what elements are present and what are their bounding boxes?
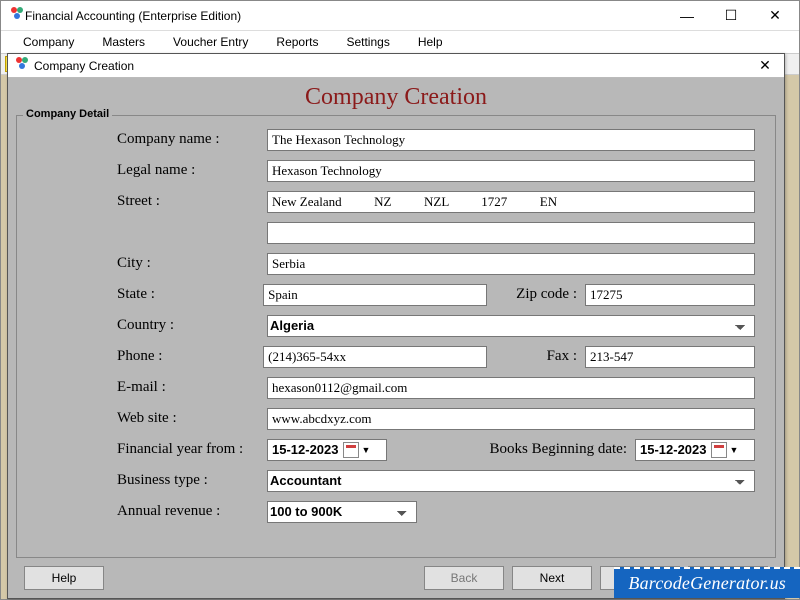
- help-button[interactable]: Help: [24, 566, 104, 590]
- books-begin-value: 15-12-2023: [640, 442, 707, 457]
- zip-input[interactable]: [585, 284, 755, 306]
- watermark-badge: BarcodeGenerator.us: [614, 567, 800, 598]
- main-window: Financial Accounting (Enterprise Edition…: [0, 0, 800, 600]
- label-legal-name: Legal name :: [117, 162, 267, 179]
- calendar-icon: [711, 442, 727, 458]
- business-type-select[interactable]: Accountant: [267, 470, 755, 492]
- minimize-button[interactable]: —: [665, 2, 709, 30]
- label-books-begin: Books Beginning date:: [387, 441, 635, 458]
- dialog-icon: [14, 55, 30, 76]
- app-icon: [9, 5, 25, 26]
- dialog-title: Company Creation: [34, 59, 750, 73]
- label-state: State :: [117, 286, 263, 303]
- city-input[interactable]: [267, 253, 755, 275]
- company-detail-group: Company Detail Company name : Legal name…: [16, 115, 776, 558]
- group-label: Company Detail: [23, 108, 112, 120]
- label-city: City :: [117, 255, 267, 272]
- menu-reports[interactable]: Reports: [262, 33, 332, 51]
- menu-settings[interactable]: Settings: [332, 33, 403, 51]
- label-annual-revenue: Annual revenue :: [117, 503, 267, 520]
- financial-year-datepicker[interactable]: 15-12-2023 ▼: [267, 439, 387, 461]
- label-business-type: Business type :: [117, 472, 267, 489]
- street-input-2[interactable]: [267, 222, 755, 244]
- label-zip: Zip code :: [487, 286, 585, 303]
- next-button[interactable]: Next: [512, 566, 592, 590]
- dialog-heading: Company Creation: [8, 78, 784, 115]
- dialog-titlebar: Company Creation ✕: [8, 54, 784, 78]
- dialog-close-button[interactable]: ✕: [750, 56, 780, 76]
- label-company-name: Company name :: [117, 131, 267, 148]
- menu-company[interactable]: Company: [9, 33, 88, 51]
- label-email: E-mail :: [117, 379, 267, 396]
- menu-bar: Company Masters Voucher Entry Reports Se…: [1, 31, 799, 53]
- email-input[interactable]: [267, 377, 755, 399]
- legal-name-input[interactable]: [267, 160, 755, 182]
- label-fax: Fax :: [487, 348, 585, 365]
- company-name-input[interactable]: [267, 129, 755, 151]
- back-button[interactable]: Back: [424, 566, 504, 590]
- maximize-button[interactable]: ☐: [709, 2, 753, 30]
- phone-input[interactable]: [263, 346, 487, 368]
- chevron-down-icon: ▼: [362, 445, 371, 455]
- street-input-1[interactable]: [267, 191, 755, 213]
- label-street: Street :: [117, 193, 267, 210]
- chevron-down-icon: ▼: [730, 445, 739, 455]
- label-financial-year: Financial year from :: [117, 441, 267, 458]
- label-website: Web site :: [117, 410, 267, 427]
- website-input[interactable]: [267, 408, 755, 430]
- calendar-icon: [343, 442, 359, 458]
- country-select[interactable]: Algeria: [267, 315, 755, 337]
- company-creation-dialog: Company Creation ✕ Company Creation Comp…: [7, 53, 785, 599]
- workspace: Company Creation ✕ Company Creation Comp…: [1, 75, 799, 599]
- main-titlebar: Financial Accounting (Enterprise Edition…: [1, 1, 799, 31]
- financial-year-value: 15-12-2023: [272, 442, 339, 457]
- menu-voucher-entry[interactable]: Voucher Entry: [159, 33, 262, 51]
- state-input[interactable]: [263, 284, 487, 306]
- menu-masters[interactable]: Masters: [88, 33, 159, 51]
- main-close-button[interactable]: ✕: [753, 2, 797, 30]
- annual-revenue-select[interactable]: 100 to 900K: [267, 501, 417, 523]
- label-country: Country :: [117, 317, 267, 334]
- menu-help[interactable]: Help: [404, 33, 457, 51]
- fax-input[interactable]: [585, 346, 755, 368]
- books-begin-datepicker[interactable]: 15-12-2023 ▼: [635, 439, 755, 461]
- label-phone: Phone :: [117, 348, 263, 365]
- main-window-title: Financial Accounting (Enterprise Edition…: [25, 9, 665, 23]
